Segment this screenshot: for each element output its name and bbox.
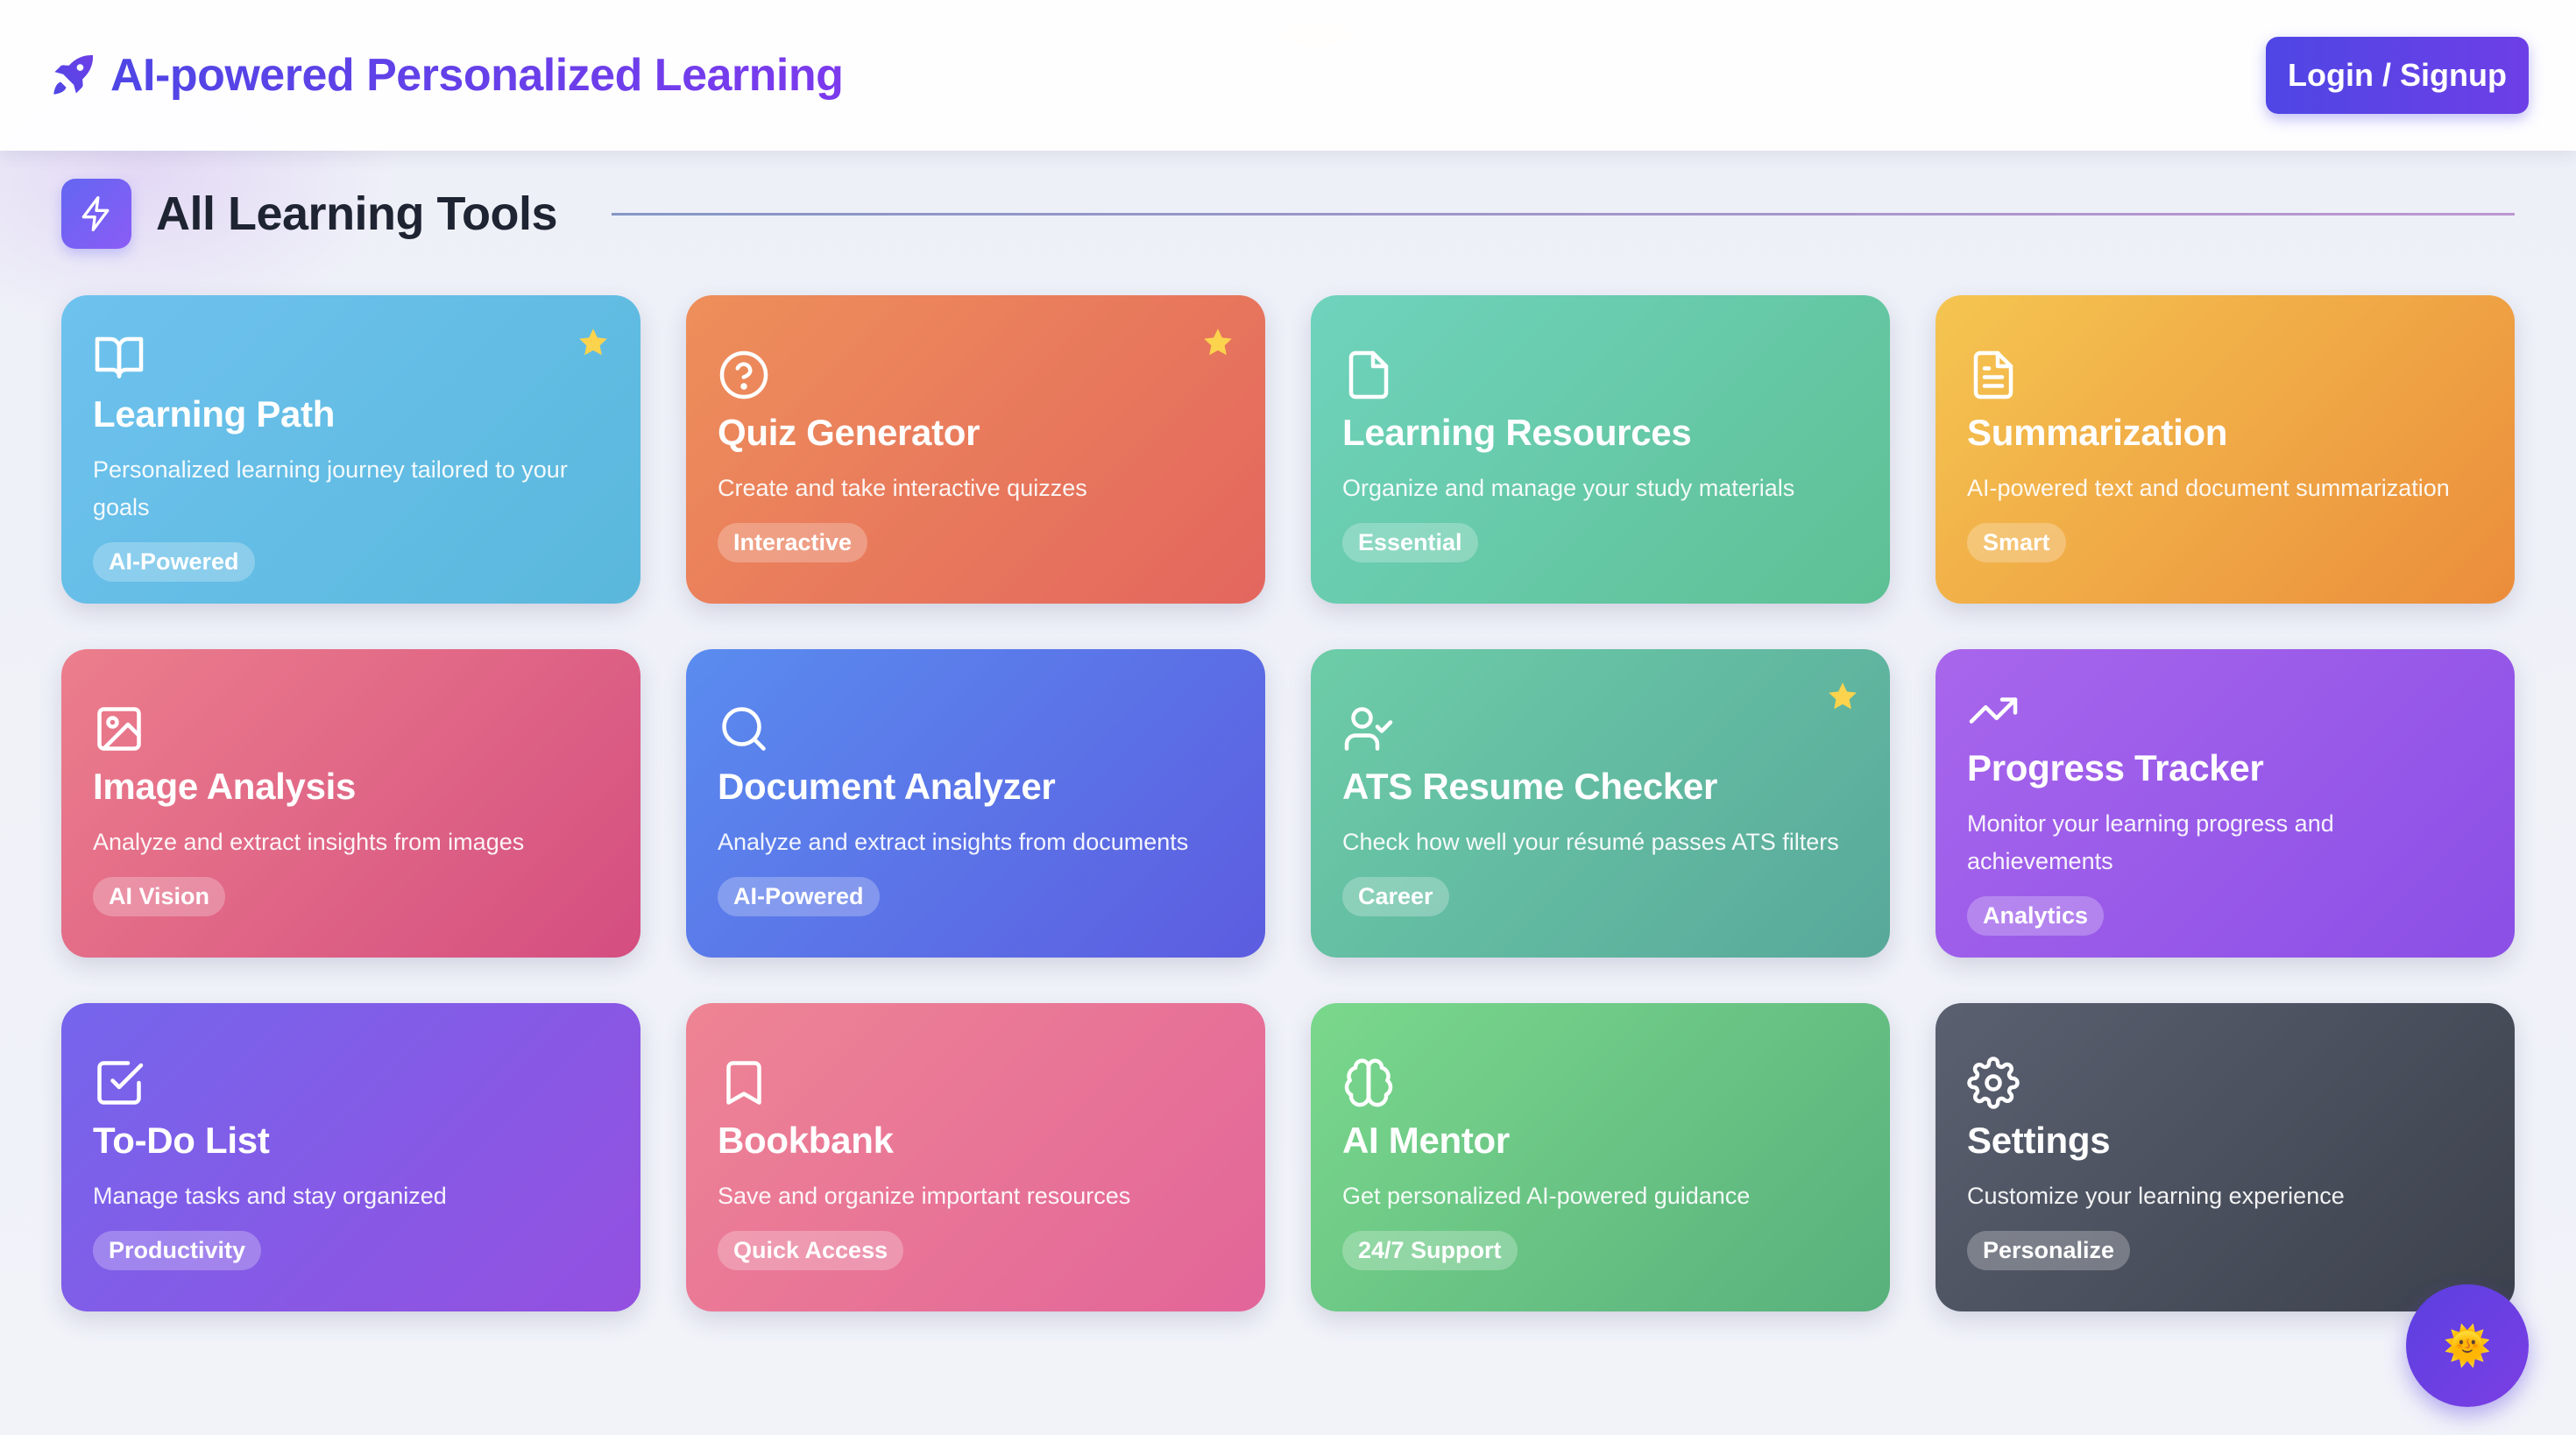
login-signup-button[interactable]: Login / Signup (2266, 37, 2529, 114)
app-title: AI-powered Personalized Learning (110, 50, 844, 101)
card-badge: Career (1342, 877, 1449, 916)
card-badge: Analytics (1967, 895, 2105, 936)
card-badge: Interactive (718, 523, 868, 562)
card-title: Document Analyzer (718, 766, 1056, 807)
trending-up-icon (1967, 684, 2020, 737)
card-description: Analyze and extract insights from images (93, 829, 525, 855)
search-icon (718, 703, 770, 755)
tool-card-book-open[interactable]: Learning Path Personalized learning journ… (61, 295, 640, 604)
book-open-icon (93, 330, 145, 383)
rocket-icon (47, 50, 98, 101)
help-circle-icon (718, 349, 770, 401)
card-title: ATS Resume Checker (1342, 766, 1717, 807)
card-title: Settings (1967, 1120, 2111, 1161)
card-badge: Productivity (93, 1231, 262, 1270)
card-title: Learning Path (93, 392, 336, 435)
section-divider (612, 212, 2515, 216)
card-description: Personalized learning journey tailored t… (93, 456, 568, 520)
tool-card-gear[interactable]: Settings Customize your learning experien… (1936, 1003, 2515, 1311)
card-description: Check how well your résumé passes ATS fi… (1342, 829, 1839, 855)
brand[interactable]: AI-powered Personalized Learning (47, 49, 844, 102)
tool-card-search[interactable]: Document Analyzer Analyze and extract ins… (686, 649, 1265, 958)
file-icon (1342, 349, 1395, 401)
card-description: Create and take interactive quizzes (718, 475, 1087, 501)
brain-icon (1342, 1057, 1395, 1109)
card-badge: AI-Powered (93, 541, 255, 582)
card-badge: Personalize (1967, 1231, 2131, 1270)
card-description: Customize your learning experience (1967, 1183, 2345, 1209)
card-title: Bookbank (718, 1120, 894, 1161)
card-title: Learning Resources (1342, 412, 1692, 453)
tool-card-bookmark[interactable]: Bookbank Save and organize important reso… (686, 1003, 1265, 1311)
tool-card-trending-up[interactable]: Progress Tracker Monitor your learning pr… (1936, 649, 2515, 958)
file-text-icon (1967, 349, 2020, 401)
section-title: All Learning Tools (156, 187, 558, 240)
card-title: AI Mentor (1342, 1120, 1510, 1161)
card-description: Analyze and extract insights from docume… (718, 829, 1189, 855)
card-badge: AI-Powered (718, 877, 880, 916)
tool-card-check-square[interactable]: To-Do List Manage tasks and stay organize… (61, 1003, 640, 1311)
tool-card-user-check[interactable]: ATS Resume Checker Check how well your ré… (1311, 649, 1890, 958)
tool-card-image[interactable]: Image Analysis Analyze and extract insigh… (61, 649, 640, 958)
star-icon (1200, 325, 1235, 360)
card-title: To-Do List (93, 1120, 270, 1161)
card-description: Monitor your learning progress and achie… (1967, 809, 2334, 874)
tool-card-brain[interactable]: AI Mentor Get personalized AI-powered gui… (1311, 1003, 1890, 1311)
card-title: Summarization (1967, 412, 2228, 453)
bookmark-icon (718, 1057, 770, 1109)
card-description: Manage tasks and stay organized (93, 1183, 447, 1209)
gear-icon (1967, 1057, 2020, 1109)
tool-card-help-circle[interactable]: Quiz Generator Create and take interactiv… (686, 295, 1265, 604)
user-check-icon (1342, 703, 1395, 755)
card-title: Progress Tracker (1967, 746, 2264, 788)
tools-grid: Learning Path Personalized learning journ… (61, 295, 2515, 1311)
chat-assistant-button[interactable]: 🌞 (2406, 1284, 2529, 1407)
tool-card-file-text[interactable]: Summarization AI-powered text and documen… (1936, 295, 2515, 604)
tool-card-file[interactable]: Learning Resources Organize and manage yo… (1311, 295, 1890, 604)
card-description: Save and organize important resources (718, 1183, 1131, 1209)
card-description: AI-powered text and document summarizati… (1967, 475, 2450, 501)
card-badge: Smart (1967, 523, 2066, 562)
card-title: Image Analysis (93, 766, 357, 807)
card-badge: AI Vision (93, 877, 226, 916)
card-description: Organize and manage your study materials (1342, 475, 1795, 501)
card-badge: Quick Access (718, 1231, 904, 1270)
sun-face-icon: 🌞 (2443, 1325, 2492, 1368)
card-badge: Essential (1342, 523, 1478, 562)
section-header: All Learning Tools (61, 179, 2515, 249)
card-title: Quiz Generator (718, 412, 980, 453)
star-icon (1825, 679, 1860, 714)
star-icon (576, 325, 611, 360)
top-header: AI-powered Personalized Learning Login /… (0, 0, 2576, 151)
check-square-icon (93, 1057, 145, 1109)
image-icon (93, 703, 145, 755)
card-badge: 24/7 Support (1342, 1231, 1518, 1270)
card-description: Get personalized AI-powered guidance (1342, 1183, 1751, 1209)
lightning-icon (61, 179, 131, 249)
